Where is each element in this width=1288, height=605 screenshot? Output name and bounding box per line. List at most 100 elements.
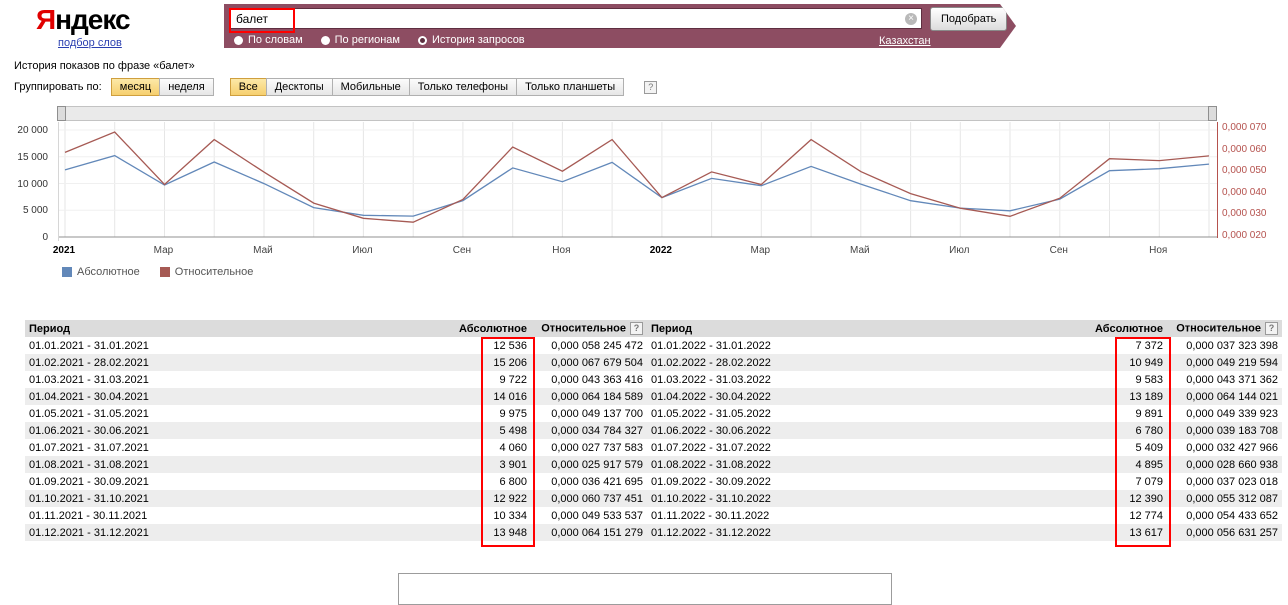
period-button-1[interactable]: неделя xyxy=(159,78,214,96)
table-row: 01.11.2021 - 30.11.2021 10 334 0,000 049 5… xyxy=(25,507,1282,524)
help-icon[interactable]: ? xyxy=(630,322,643,335)
y-tick-right: 0,000 020 xyxy=(1222,230,1267,241)
table-cell: 0,000 058 245 472 xyxy=(551,339,643,352)
y-tick-right: 0,000 030 xyxy=(1222,208,1267,220)
help-icon[interactable]: ? xyxy=(1265,322,1278,335)
x-tick: Май xyxy=(253,245,273,256)
table-cell: 01.08.2021 - 31.08.2021 xyxy=(29,458,149,471)
table-cell: 01.06.2021 - 30.06.2021 xyxy=(29,424,149,437)
table-cell: 0,000 043 363 416 xyxy=(551,373,643,386)
table-cell: 10 334 xyxy=(493,509,527,522)
mode-tab-2[interactable]: История запросов xyxy=(418,34,525,46)
table-cell: 12 536 xyxy=(493,339,527,352)
table-cell: 9 722 xyxy=(499,373,527,386)
device-button-2[interactable]: Мобильные xyxy=(331,78,410,96)
help-icon[interactable]: ? xyxy=(644,80,658,94)
y-tick-right: 0,000 050 xyxy=(1222,165,1267,177)
history-table: Период Абсолютное Относительное? Период … xyxy=(25,320,1282,541)
x-axis: 2021 Мар Май Июл Сен Ноя 2022 Мар Май Июл Сен Ноя xyxy=(53,245,1216,259)
table-cell: 12 922 xyxy=(493,492,527,505)
table-cell: 0,000 054 433 652 xyxy=(1186,509,1278,522)
table-cell: 4 060 xyxy=(499,441,527,454)
x-tick: Май xyxy=(850,245,870,256)
table-cell: 9 891 xyxy=(1135,407,1163,420)
y-axis-right: 0,000 070 0,000 060 0,000 050 0,000 040 0,00… xyxy=(1222,122,1284,241)
table-wrap: Период Абсолютное Относительное? Период … xyxy=(25,320,1282,547)
group-row: Группировать по: месяц неделя Все Десктопы… xyxy=(14,78,658,96)
table-cell: 01.12.2022 - 31.12.2022 xyxy=(651,526,771,539)
table-cell: 0,000 049 533 537 xyxy=(551,509,643,522)
table-cell: 9 583 xyxy=(1135,373,1163,386)
y-tick-right: 0,000 070 xyxy=(1222,122,1267,133)
device-buttons: Все Десктопы Мобильные Только телефоны Тольк… xyxy=(229,78,625,96)
table-cell: 0,000 032 427 966 xyxy=(1186,441,1278,454)
table-cell: 0,000 025 917 579 xyxy=(551,458,643,471)
table-cell: 01.11.2022 - 30.11.2022 xyxy=(651,509,770,522)
device-button-1[interactable]: Десктопы xyxy=(265,78,333,96)
page-title: История показов по фразе «балет» xyxy=(14,60,195,72)
table-cell: 0,000 064 184 589 xyxy=(551,390,643,403)
col-period-2022: Период xyxy=(647,320,1091,337)
table-cell: 01.12.2021 - 31.12.2021 xyxy=(29,526,149,539)
table-cell: 01.01.2021 - 31.01.2021 xyxy=(29,339,149,352)
x-tick: Сен xyxy=(452,245,472,256)
table-cell: 13 189 xyxy=(1129,390,1163,403)
table-header-row: Период Абсолютное Относительное? Период … xyxy=(25,320,1282,337)
table-cell: 0,000 036 421 695 xyxy=(551,475,643,488)
y-tick-left: 15 000 xyxy=(17,151,48,163)
table-cell: 0,000 064 144 021 xyxy=(1186,390,1278,403)
col-absolute-2021: Абсолютное xyxy=(455,320,531,337)
table-cell: 0,000 049 137 700 xyxy=(551,407,643,420)
table-cell: 6 780 xyxy=(1135,424,1163,437)
chart-svg xyxy=(59,122,1217,238)
table-cell: 01.05.2021 - 31.05.2021 xyxy=(29,407,149,420)
table-cell: 13 948 xyxy=(493,526,527,539)
mode-label: История запросов xyxy=(432,34,525,46)
legend-swatch xyxy=(62,267,72,277)
yandex-logo[interactable]: Яндекс xyxy=(36,4,131,36)
y-tick-right: 0,000 060 xyxy=(1222,143,1267,155)
table-cell: 3 901 xyxy=(499,458,527,471)
mode-tabs: По словам По регионам История запросов xyxy=(234,34,525,46)
col-relative-label: Относительное xyxy=(541,322,626,335)
period-button-0[interactable]: месяц xyxy=(110,78,161,96)
table-cell: 5 409 xyxy=(1135,441,1163,454)
clear-icon[interactable]: × xyxy=(905,13,917,25)
search-input[interactable] xyxy=(230,8,922,29)
table-cell: 0,000 027 737 583 xyxy=(551,441,643,454)
device-button-0[interactable]: Все xyxy=(229,78,267,96)
mode-label: По регионам xyxy=(334,34,400,46)
mode-tab-0[interactable]: По словам xyxy=(234,34,303,46)
device-button-4[interactable]: Только планшеты xyxy=(516,78,625,96)
x-tick: 2022 xyxy=(649,245,672,256)
slider-handle-left[interactable] xyxy=(57,106,66,121)
table-cell: 7 079 xyxy=(1135,475,1163,488)
table-cell: 13 617 xyxy=(1129,526,1163,539)
y-tick-left: 20 000 xyxy=(17,125,48,136)
table-cell: 01.07.2021 - 31.07.2021 xyxy=(29,441,149,454)
wordstat-link[interactable]: подбор слов xyxy=(58,37,122,49)
legend-label: Абсолютное xyxy=(77,266,140,278)
col-relative-label: Относительное xyxy=(1176,322,1261,335)
table-cell: 0,000 049 339 923 xyxy=(1186,407,1278,420)
table-cell: 0,000 060 737 451 xyxy=(551,492,643,505)
range-slider[interactable] xyxy=(57,106,1217,121)
table-cell: 01.01.2022 - 31.01.2022 xyxy=(651,339,771,352)
search-band: × Подобрать По словам По регионам История … xyxy=(224,4,1016,48)
slider-handle-right[interactable] xyxy=(1208,106,1217,121)
mode-tab-1[interactable]: По регионам xyxy=(321,34,400,46)
table-cell: 01.07.2022 - 31.07.2022 xyxy=(651,441,771,454)
table-body: 01.01.2021 - 31.01.2021 12 536 0,000 058 2… xyxy=(25,337,1282,541)
table-cell: 01.02.2022 - 28.02.2022 xyxy=(651,356,771,369)
col-relative-2022: Относительное? xyxy=(1167,320,1282,337)
table-cell: 12 390 xyxy=(1129,492,1163,505)
table-row: 01.06.2021 - 30.06.2021 5 498 0,000 034 78… xyxy=(25,422,1282,439)
table-row: 01.08.2021 - 31.08.2021 3 901 0,000 025 91… xyxy=(25,456,1282,473)
table-cell: 4 895 xyxy=(1135,458,1163,471)
device-button-3[interactable]: Только телефоны xyxy=(408,78,518,96)
table-row: 01.04.2021 - 30.04.2021 14 016 0,000 064 1… xyxy=(25,388,1282,405)
submit-button[interactable]: Подобрать xyxy=(930,7,1007,31)
x-tick: Ноя xyxy=(552,245,571,256)
table-cell: 01.10.2022 - 31.10.2022 xyxy=(651,492,771,505)
region-link[interactable]: Казахстан xyxy=(879,35,931,47)
